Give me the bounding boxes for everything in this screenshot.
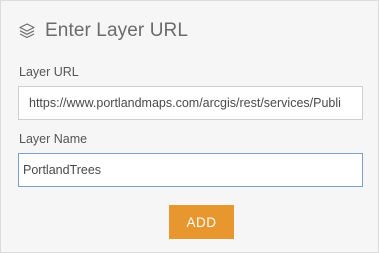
layer-name-label: Layer Name bbox=[19, 132, 88, 146]
layer-url-label: Layer URL bbox=[19, 65, 79, 79]
enter-layer-url-panel: Enter Layer URL Layer URL https://www.po… bbox=[0, 0, 379, 253]
add-button[interactable]: ADD bbox=[169, 205, 234, 239]
panel-title: Enter Layer URL bbox=[45, 20, 189, 41]
layer-url-input[interactable]: https://www.portlandmaps.com/arcgis/rest… bbox=[18, 86, 363, 120]
layer-name-input[interactable]: PortlandTrees bbox=[18, 153, 363, 187]
layers-icon bbox=[18, 22, 36, 40]
panel-header: Enter Layer URL bbox=[18, 19, 188, 43]
